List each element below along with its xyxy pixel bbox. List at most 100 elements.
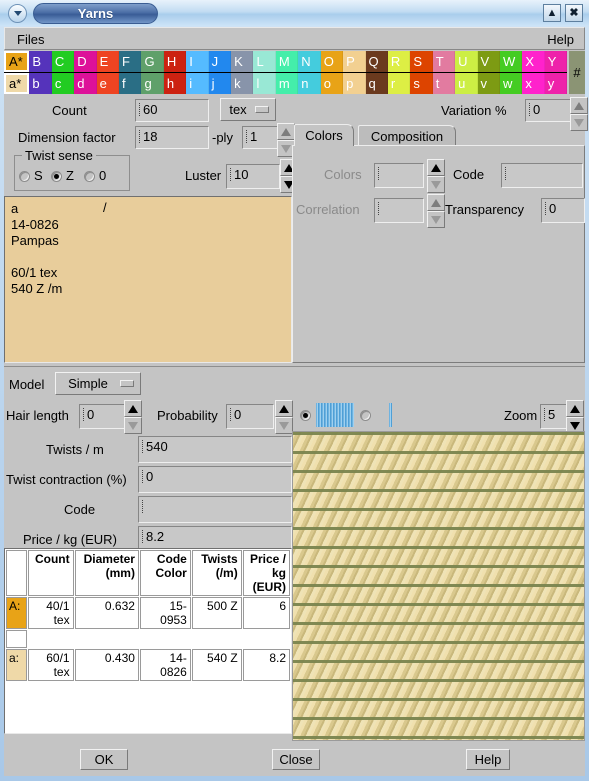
palette-swatch-upper-10[interactable]: K [231,51,254,72]
palette-swatch-upper-18[interactable]: S [410,51,433,72]
ok-button[interactable]: OK [80,749,128,770]
table-cell[interactable]: 8.2 [242,649,290,681]
palette-swatch-upper-3[interactable]: D [74,51,97,72]
palette-swatch-upper-6[interactable]: G [141,51,164,72]
model-optionmenu[interactable]: Simple [55,372,141,395]
hair-length-spinner-down[interactable] [124,417,142,434]
hair-length-spinner-up[interactable] [124,400,142,417]
color-code-input[interactable] [501,163,583,188]
probability-input[interactable]: 0 [226,404,274,429]
yarn-texture-preview[interactable] [292,431,585,741]
palette-swatch-lower-19[interactable]: t [432,73,456,94]
palette-swatch-upper-14[interactable]: O [320,51,344,72]
transparency-input[interactable]: 0 [541,198,585,223]
twist-sense-radio-0[interactable] [84,171,95,182]
variation-input[interactable]: 0 [525,99,573,122]
palette-swatch-upper-22[interactable]: W [499,51,523,72]
tab-composition[interactable]: Composition [358,125,456,146]
help-button[interactable]: Help [466,749,510,770]
count-unit-optionmenu[interactable]: tex [220,98,276,121]
palette-swatch-lower-3[interactable]: d [74,73,97,94]
palette-swatch-lower-15[interactable]: p [343,73,366,94]
variation-spinner-up[interactable] [570,97,588,114]
table-header-count[interactable]: Count [27,550,74,596]
palette-swatch-lower-12[interactable]: m [275,73,299,94]
palette-swatch-upper-11[interactable]: L [253,51,276,72]
palette-swatch-upper-0[interactable]: A* [4,51,30,72]
colors-spinner-up[interactable] [427,159,445,176]
colors-spinner-down[interactable] [427,176,445,193]
palette-swatch-upper-15[interactable]: P [343,51,366,72]
palette-swatch-lower-4[interactable]: e [96,73,120,94]
palette-swatch-upper-7[interactable]: H [163,51,187,72]
palette-swatch-lower-23[interactable]: x [522,73,545,94]
palette-swatch-lower-18[interactable]: s [410,73,433,94]
palette-swatch-lower-13[interactable]: n [298,73,321,94]
palette-swatch-lower-21[interactable]: v [477,73,500,94]
palette-swatch-upper-9[interactable]: J [208,51,232,72]
palette-swatch-upper-1[interactable]: B [29,51,52,72]
palette-swatch-lower-17[interactable]: r [387,73,411,94]
twists-per-m-input[interactable]: 540 [138,436,292,463]
thread-line-swatch[interactable] [389,403,392,427]
table-header-code-color[interactable]: Code Color [139,550,191,596]
palette-swatch-lower-6[interactable]: g [141,73,164,94]
palette-swatch-lower-22[interactable]: w [499,73,523,94]
palette-swatch-lower-10[interactable]: k [231,73,254,94]
table-cell[interactable]: 14-0826 [139,649,191,681]
palette-swatch-lower-16[interactable]: q [365,73,388,94]
table-header-price[interactable]: Price / kg (EUR) [242,550,290,596]
palette-swatch-lower-2[interactable]: c [51,73,75,94]
shade-icon[interactable]: ▲ [543,4,561,22]
palette-swatch-lower-7[interactable]: h [163,73,187,94]
hair-length-spinner[interactable] [124,400,142,434]
palette-hash-label[interactable]: # [569,51,585,94]
yarn-description-pane[interactable]: a / 14-0826 Pampas 60/1 tex 540 Z /m [4,196,292,363]
view-mode-radio-sample[interactable] [300,410,311,421]
table-row-key[interactable]: a: [6,649,27,681]
table-cell[interactable]: 15-0953 [139,597,191,629]
table-cell[interactable]: 0.430 [74,649,139,681]
palette-swatch-upper-17[interactable]: R [387,51,411,72]
twist-sense-radio-s[interactable] [19,171,30,182]
zoom-spinner-up[interactable] [566,400,584,417]
table-cell[interactable]: 40/1 tex [27,597,74,629]
palette-swatch-upper-2[interactable]: C [51,51,75,72]
colors-count-input[interactable] [374,163,424,188]
tab-colors[interactable]: Colors [294,124,354,146]
probability-spinner-up[interactable] [275,400,293,417]
table-cell[interactable]: 0.632 [74,597,139,629]
twist-sense-radio-z[interactable] [51,171,62,182]
probability-spinner[interactable] [275,400,293,434]
palette-swatch-upper-24[interactable]: Y [544,51,568,72]
palette-swatch-upper-12[interactable]: M [275,51,299,72]
luster-input[interactable]: 10 [226,164,280,189]
twist-contraction-input[interactable]: 0 [138,466,292,493]
correlation-input[interactable] [374,198,424,223]
palette-swatch-lower-8[interactable]: i [186,73,209,94]
palette-swatch-upper-4[interactable]: E [96,51,120,72]
table-cell[interactable]: 540 Z [191,649,242,681]
close-button[interactable]: Close [272,749,320,770]
palette-swatch-upper-19[interactable]: T [432,51,456,72]
close-icon[interactable]: ✖ [565,4,583,22]
table-header-diameter[interactable]: Diameter (mm) [74,550,139,596]
palette-swatch-upper-20[interactable]: U [455,51,478,72]
correlation-spinner-down[interactable] [427,211,445,228]
view-mode-radio-thread[interactable] [360,410,371,421]
palette-swatch-lower-20[interactable]: u [455,73,478,94]
palette-swatch-lower-1[interactable]: b [29,73,52,94]
palette-swatch-lower-14[interactable]: o [320,73,344,94]
palette-swatch-lower-9[interactable]: j [208,73,232,94]
yarn-table[interactable]: Count Diameter (mm) Code Color Twists (/… [4,548,292,734]
palette-swatch-lower-24[interactable]: y [544,73,568,94]
probability-spinner-down[interactable] [275,417,293,434]
menu-item-files[interactable]: Files [17,32,44,47]
palette-swatch-upper-13[interactable]: N [298,51,321,72]
table-header-twists[interactable]: Twists (/m) [191,550,242,596]
dimension-factor-input[interactable]: 18 [135,126,209,149]
count-input[interactable]: 60 [135,99,209,122]
hair-length-input[interactable]: 0 [79,404,127,429]
colors-count-spinner[interactable] [427,159,445,193]
window-menu-button[interactable] [8,4,27,23]
